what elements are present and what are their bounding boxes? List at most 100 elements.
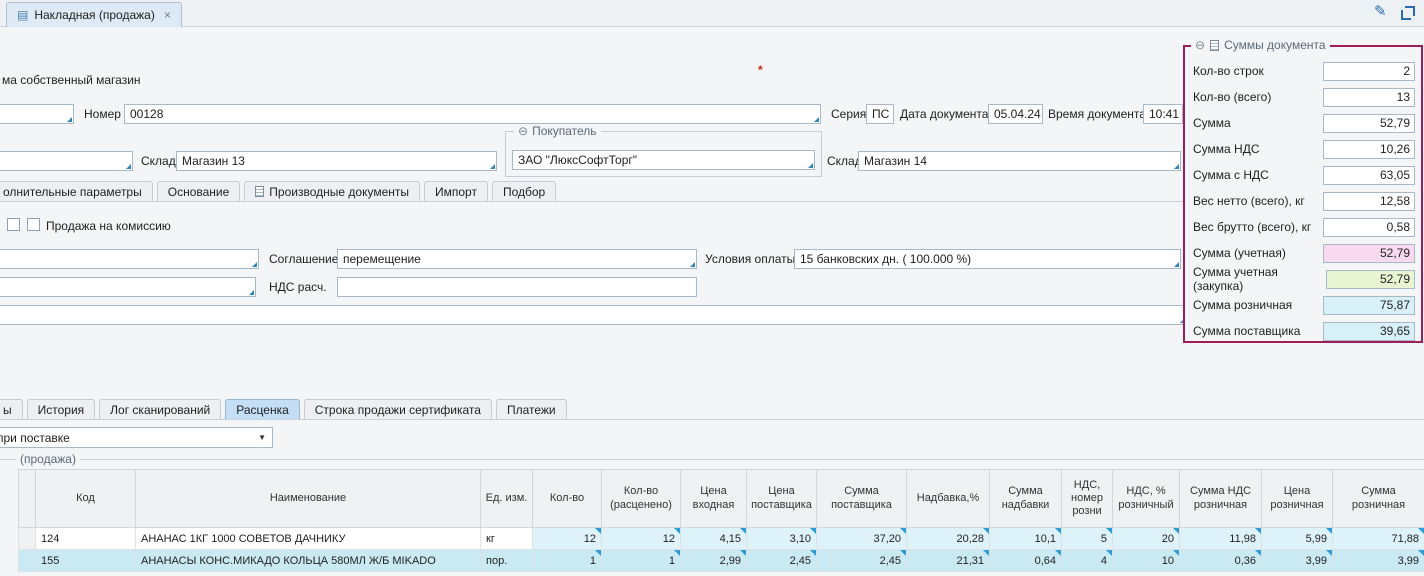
collapse-icon[interactable]: ⊖ [518, 125, 528, 137]
grid-cell[interactable]: 3,99 [1262, 550, 1333, 572]
tab-pricing[interactable]: Расценка [225, 399, 300, 420]
grid-cell[interactable]: 71,88 [1333, 528, 1424, 550]
grid-cell[interactable]: 1 [602, 550, 681, 572]
grid-column-header[interactable]: НДС, % розничный [1113, 470, 1180, 528]
comment-field[interactable] [0, 305, 1187, 325]
left-cut-field-1[interactable] [0, 104, 74, 124]
sums-value[interactable]: 52,79 [1323, 114, 1415, 133]
grid-column-header[interactable]: НДС, номер розни [1062, 470, 1113, 528]
left-cut-checkbox[interactable] [7, 218, 20, 231]
tab-certificate-sale-line[interactable]: Строка продажи сертификата [304, 399, 492, 420]
grid-cell[interactable]: 0,64 [990, 550, 1062, 572]
edit-pencil-icon[interactable]: ✎ [1374, 2, 1387, 20]
grid-cell[interactable]: 1 [533, 550, 602, 572]
tab-derived-documents[interactable]: Производные документы [244, 181, 420, 202]
grid-cell[interactable]: АНАНАС 1КГ 1000 СОВЕТОВ ДАЧНИКУ [136, 528, 481, 550]
series-input[interactable]: ПС [866, 104, 894, 124]
fullscreen-icon[interactable] [1401, 6, 1415, 20]
grid-cell[interactable]: 4 [1062, 550, 1113, 572]
document-tab-bar: ▤ Накладная (продажа) × ✎ [0, 0, 1424, 27]
grid-cell[interactable]: 20,28 [907, 528, 990, 550]
sums-value[interactable]: 12,58 [1323, 192, 1415, 211]
grid-row[interactable]: 124 АНАНАС 1КГ 1000 СОВЕТОВ ДАЧНИКУ кг 1… [19, 528, 1424, 550]
sums-value-accounting[interactable]: 52,79 [1323, 244, 1415, 263]
tab-history[interactable]: История [27, 399, 96, 420]
grid-column-header[interactable]: Цена поставщика [747, 470, 817, 528]
payment-terms-input[interactable]: 15 банковских дн. ( 100.000 %) [794, 249, 1181, 269]
grid-column-header[interactable]: Кол-во [533, 470, 602, 528]
grid-cell[interactable]: 12 [533, 528, 602, 550]
tab-cut[interactable]: ы [0, 399, 23, 420]
grid-cell[interactable]: 10 [1113, 550, 1180, 572]
grid-column-header[interactable]: Код [36, 470, 136, 528]
row-selector[interactable] [19, 528, 36, 550]
tab-additional-params[interactable]: олнительные параметры [0, 181, 153, 202]
grid-cell[interactable]: 3,10 [747, 528, 817, 550]
agreement-input[interactable]: перемещение [337, 249, 697, 269]
warehouse-from-input[interactable]: Магазин 13 [176, 151, 497, 171]
document-icon [1210, 40, 1219, 51]
doc-date-input[interactable]: 05.04.24 [988, 104, 1043, 124]
grid-cell[interactable]: 3,99 [1333, 550, 1424, 572]
grid-cell[interactable]: 21,31 [907, 550, 990, 572]
grid-cell[interactable]: АНАНАСЫ КОНС.МИКАДО КОЛЬЦА 580МЛ Ж/Б MIK… [136, 550, 481, 572]
sums-value[interactable]: 2 [1323, 62, 1415, 81]
commission-checkbox[interactable] [27, 218, 40, 231]
grid-cell[interactable]: 20 [1113, 528, 1180, 550]
grid-cell[interactable]: 0,36 [1180, 550, 1262, 572]
tab-close-icon[interactable]: × [164, 8, 171, 22]
grid-cell[interactable]: 155 [36, 550, 136, 572]
tab-payments[interactable]: Платежи [496, 399, 567, 420]
grid-cell[interactable]: 12 [602, 528, 681, 550]
grid-cell[interactable]: 10,1 [990, 528, 1062, 550]
tab-selection[interactable]: Подбор [492, 181, 556, 202]
tab-basis[interactable]: Основание [157, 181, 241, 202]
grid-column-header[interactable]: Цена входная [681, 470, 747, 528]
grid-column-header[interactable]: Сумма поставщика [817, 470, 907, 528]
grid-column-header[interactable]: Ед. изм. [481, 470, 533, 528]
sale-items-grid: Код Наименование Ед. изм. Кол-во Кол-во … [18, 469, 1424, 572]
sums-value[interactable]: 13 [1323, 88, 1415, 107]
collapse-icon[interactable]: ⊖ [1195, 39, 1205, 51]
grid-column-header[interactable]: Цена розничная [1262, 470, 1333, 528]
left-cut-field-3[interactable] [0, 249, 259, 269]
grid-column-header[interactable]: Сумма НДС розничная [1180, 470, 1262, 528]
left-cut-field-4[interactable] [0, 277, 256, 297]
grid-cell[interactable]: 5 [1062, 528, 1113, 550]
divider [0, 201, 1183, 202]
vat-calc-input[interactable] [337, 277, 697, 297]
tab-scan-log[interactable]: Лог сканирований [99, 399, 221, 420]
grid-cell[interactable]: 5,99 [1262, 528, 1333, 550]
grid-column-header[interactable]: Сумма надбавки [990, 470, 1062, 528]
grid-cell[interactable]: кг [481, 528, 533, 550]
grid-cell[interactable]: 2,99 [681, 550, 747, 572]
number-input[interactable]: 00128 [124, 104, 821, 124]
grid-column-header[interactable]: Кол-во (расценено) [602, 470, 681, 528]
grid-column-header[interactable]: Наименование [136, 470, 481, 528]
grid-cell[interactable]: 124 [36, 528, 136, 550]
tab-invoice-sale[interactable]: ▤ Накладная (продажа) × [6, 2, 182, 27]
tab-import[interactable]: Импорт [424, 181, 488, 202]
grid-cell[interactable]: 37,20 [817, 528, 907, 550]
grid-cell[interactable]: 2,45 [817, 550, 907, 572]
doc-time-input[interactable]: 10:41 [1143, 104, 1183, 124]
grid-column-header[interactable]: Надбавка,% [907, 470, 990, 528]
grid-cell[interactable]: пор. [481, 550, 533, 572]
grid-cell[interactable]: 4,15 [681, 528, 747, 550]
sums-value[interactable]: 0,58 [1323, 218, 1415, 237]
sums-value-purchase[interactable]: 52,79 [1326, 270, 1415, 289]
left-cut-field-2[interactable] [0, 151, 133, 171]
buyer-input[interactable]: ЗАО "ЛюксСофтТорг" [512, 150, 815, 170]
sums-value[interactable]: 10,26 [1323, 140, 1415, 159]
grid-cell[interactable]: 2,45 [747, 550, 817, 572]
pricing-mode-dropdown[interactable]: при поставке ▼ [0, 427, 273, 448]
warehouse-to-input[interactable]: Магазин 14 [858, 151, 1181, 171]
sums-row: Сумма 52,79 [1193, 111, 1415, 135]
grid-row-selected[interactable]: 155 АНАНАСЫ КОНС.МИКАДО КОЛЬЦА 580МЛ Ж/Б… [19, 550, 1424, 572]
sums-value[interactable]: 63,05 [1323, 166, 1415, 185]
sums-value-supplier[interactable]: 39,65 [1323, 322, 1415, 341]
grid-cell[interactable]: 11,98 [1180, 528, 1262, 550]
grid-column-header[interactable]: Сумма розничная [1333, 470, 1424, 528]
row-selector[interactable] [19, 550, 36, 572]
sums-value-retail[interactable]: 75,87 [1323, 296, 1415, 315]
